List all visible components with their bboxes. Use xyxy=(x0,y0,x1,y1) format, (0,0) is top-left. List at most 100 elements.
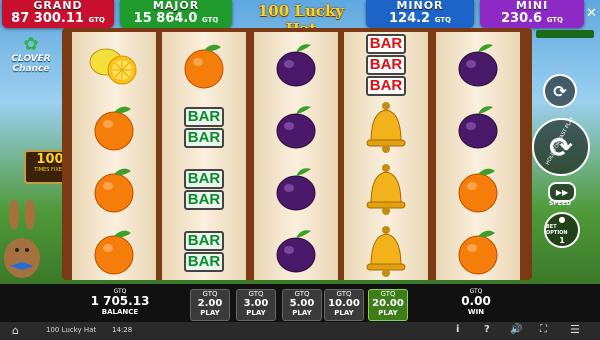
bet-button-3[interactable]: GTQ 3.00 PLAY xyxy=(236,289,276,321)
orange-symbol xyxy=(436,220,520,282)
bar-label: BAR xyxy=(183,106,225,127)
plum-symbol xyxy=(254,34,338,96)
bet-play-label: PLAY xyxy=(246,309,266,317)
bet-amount: 5.00 xyxy=(289,298,315,309)
bottom-game-title: 100 Lucky Hat xyxy=(46,326,97,334)
jackpot-grand: GRAND 87 300.11 GTQ xyxy=(2,0,114,28)
bet-play-label: PLAY xyxy=(200,309,220,317)
bet-button-10[interactable]: GTQ 10.00 PLAY xyxy=(324,289,364,321)
clover-chance-label: CLOVER Chance xyxy=(11,54,51,74)
bet-play-label: PLAY xyxy=(292,309,312,317)
orange-symbol xyxy=(72,96,156,158)
bet-option-label: BET OPTION xyxy=(546,224,568,236)
reel-2: BAR BAR BAR BAR BAR BAR xyxy=(162,32,246,280)
speed-label: SPEED xyxy=(549,200,571,207)
jackpot-value: 87 300.11 GTQ xyxy=(11,11,105,26)
win-label: WIN xyxy=(467,308,485,316)
win-value: 0.00 xyxy=(461,294,491,308)
bar-label: BAR xyxy=(183,189,225,210)
jackpot-value: 15 864.0 GTQ xyxy=(133,11,219,26)
sound-icon[interactable]: 🔊 xyxy=(510,324,522,335)
jackpot-name: MINI xyxy=(515,0,549,12)
clover-chance-badge: ✿ CLOVER Chance xyxy=(4,36,58,86)
bar-symbol-stack: BAR BAR xyxy=(183,230,225,272)
plum-symbol xyxy=(254,96,338,158)
bet-currency: GTQ xyxy=(294,290,310,298)
bet-currency: GTQ xyxy=(380,290,396,298)
bet-button-5[interactable]: GTQ 5.00 PLAY xyxy=(282,289,322,321)
help-icon[interactable]: ? xyxy=(484,324,490,335)
bar-label: BAR xyxy=(365,76,407,96)
bet-amount: 3.00 xyxy=(243,298,269,309)
bar-label: BAR xyxy=(183,230,225,251)
orange-symbol xyxy=(162,34,246,96)
home-icon[interactable]: ⌂ xyxy=(12,324,19,337)
plum-symbol xyxy=(436,34,520,96)
bottom-bar: ⌂ 100 Lucky Hat 14:28 i ? 🔊 ⛶ ☰ xyxy=(0,322,600,340)
bet-amount: 20.00 xyxy=(372,298,404,309)
jackpot-mini: MINI 230.6 GTQ xyxy=(480,0,584,28)
bell-symbol xyxy=(344,220,428,282)
jackpot-name: MAJOR xyxy=(152,0,200,12)
bet-lines-indicator xyxy=(536,30,594,38)
speed-button[interactable]: ▶▶ xyxy=(548,182,576,202)
plum-symbol xyxy=(254,158,338,220)
clock: 14:28 xyxy=(112,326,133,334)
balance-label: BALANCE xyxy=(101,308,139,316)
reel-3 xyxy=(254,32,338,280)
bar-symbol: BAR BAR xyxy=(162,220,246,282)
reel-5 xyxy=(436,32,520,280)
bar-symbol-stack: BAR BAR BAR xyxy=(365,34,407,96)
fullscreen-icon[interactable]: ⛶ xyxy=(540,324,547,335)
info-icon[interactable]: i xyxy=(456,324,459,335)
lemon-symbol xyxy=(72,34,156,96)
jackpot-major: MAJOR 15 864.0 GTQ xyxy=(120,0,232,28)
bet-currency: GTQ xyxy=(248,290,264,298)
bar-symbol-stack: BAR BAR xyxy=(183,106,225,148)
clover-icon: ✿ xyxy=(23,34,39,55)
bar-symbol-stack: BAR BAR xyxy=(183,168,225,210)
jackpot-name: MINOR xyxy=(396,0,444,12)
bar-symbol: BAR BAR xyxy=(162,96,246,158)
bet-amount: 10.00 xyxy=(328,298,360,309)
jackpot-value: 124.2 GTQ xyxy=(388,11,451,26)
plum-symbol xyxy=(254,220,338,282)
bar-label: BAR xyxy=(365,55,407,75)
bet-play-label: PLAY xyxy=(378,309,398,317)
orange-symbol xyxy=(436,158,520,220)
bar-symbol: BAR BAR xyxy=(162,158,246,220)
bet-button-20[interactable]: GTQ 20.00 PLAY xyxy=(368,289,408,321)
bet-currency: GTQ xyxy=(202,290,218,298)
bar-label: BAR xyxy=(183,251,225,272)
reel-1 xyxy=(72,32,156,280)
jackpot-minor: MINOR 124.2 GTQ xyxy=(366,0,474,28)
bet-option-button[interactable]: ● BET OPTION 1 xyxy=(544,212,580,248)
balance-display: GTQ 1 705.13 BALANCE xyxy=(80,288,160,316)
win-display: GTQ 0.00 WIN xyxy=(446,288,506,316)
orange-symbol xyxy=(72,220,156,282)
bar-label: BAR xyxy=(365,34,407,54)
menu-icon[interactable]: ☰ xyxy=(570,323,580,336)
bar-label: BAR xyxy=(183,168,225,189)
bet-amount: 2.00 xyxy=(197,298,223,309)
autoplay-button[interactable]: ⟳ xyxy=(543,74,577,108)
balance-value: 1 705.13 xyxy=(90,294,150,308)
bet-option-value: 1 xyxy=(559,236,565,245)
close-icon[interactable]: ✕ xyxy=(586,6,597,21)
bunny-decoration xyxy=(0,198,44,280)
bar-symbol: BAR BAR BAR xyxy=(344,34,428,96)
reel-4: BAR BAR BAR xyxy=(344,32,428,280)
chips-icon: ● xyxy=(558,215,566,224)
jackpot-name: GRAND xyxy=(33,0,83,12)
bet-currency: GTQ xyxy=(336,290,352,298)
bet-button-2[interactable]: GTQ 2.00 PLAY xyxy=(190,289,230,321)
game-logo: 100 Lucky Hat xyxy=(257,2,345,38)
bet-play-label: PLAY xyxy=(334,309,354,317)
bell-symbol xyxy=(344,96,428,158)
bell-symbol xyxy=(344,158,428,220)
bar-label: BAR xyxy=(183,127,225,148)
jackpot-value: 230.6 GTQ xyxy=(500,11,563,26)
spin-button[interactable]: ⟳ xyxy=(532,118,590,176)
plum-symbol xyxy=(436,96,520,158)
orange-symbol xyxy=(72,158,156,220)
